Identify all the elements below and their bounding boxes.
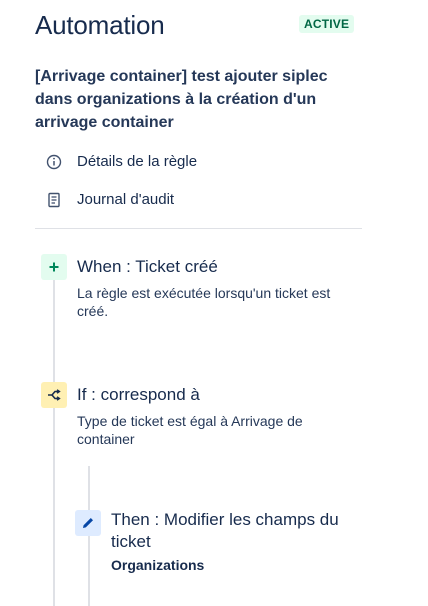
flow-connector <box>53 408 55 606</box>
action-step-title[interactable]: Then : Modifier les champs du ticket <box>111 509 351 553</box>
divider <box>35 228 362 229</box>
condition-step-title[interactable]: If : correspond à <box>77 384 357 406</box>
branch-connector <box>88 466 90 606</box>
header: Automation ACTIVE <box>35 8 355 44</box>
trigger-step-title[interactable]: When : Ticket créé <box>77 256 357 278</box>
rule-nav: Détails de la règle Journal d'audit <box>35 150 362 226</box>
branch-icon <box>48 389 61 401</box>
nav-item-audit-log[interactable]: Journal d'audit <box>35 188 362 212</box>
nav-item-label: Détails de la règle <box>77 153 198 170</box>
page-title: Automation <box>35 10 165 40</box>
nav-item-label: Journal d'audit <box>77 191 175 208</box>
flow-connector <box>53 280 55 384</box>
condition-step-icon[interactable] <box>41 382 67 408</box>
info-icon <box>46 154 62 170</box>
pencil-icon <box>83 518 93 528</box>
action-step-icon[interactable] <box>75 510 101 536</box>
condition-step-description: Type de ticket est égal à Arrivage de co… <box>77 413 303 447</box>
trigger-step-description: La règle est exécutée lorsqu'un ticket e… <box>77 285 331 319</box>
plus-icon <box>49 262 59 272</box>
document-icon <box>48 192 60 208</box>
trigger-step-icon[interactable] <box>41 254 67 280</box>
status-badge: ACTIVE <box>299 15 355 33</box>
nav-item-rule-details[interactable]: Détails de la règle <box>35 150 362 174</box>
action-step-field: Organizations <box>111 557 205 573</box>
rule-name: [Arrivage container] test ajouter siplec… <box>35 68 328 131</box>
